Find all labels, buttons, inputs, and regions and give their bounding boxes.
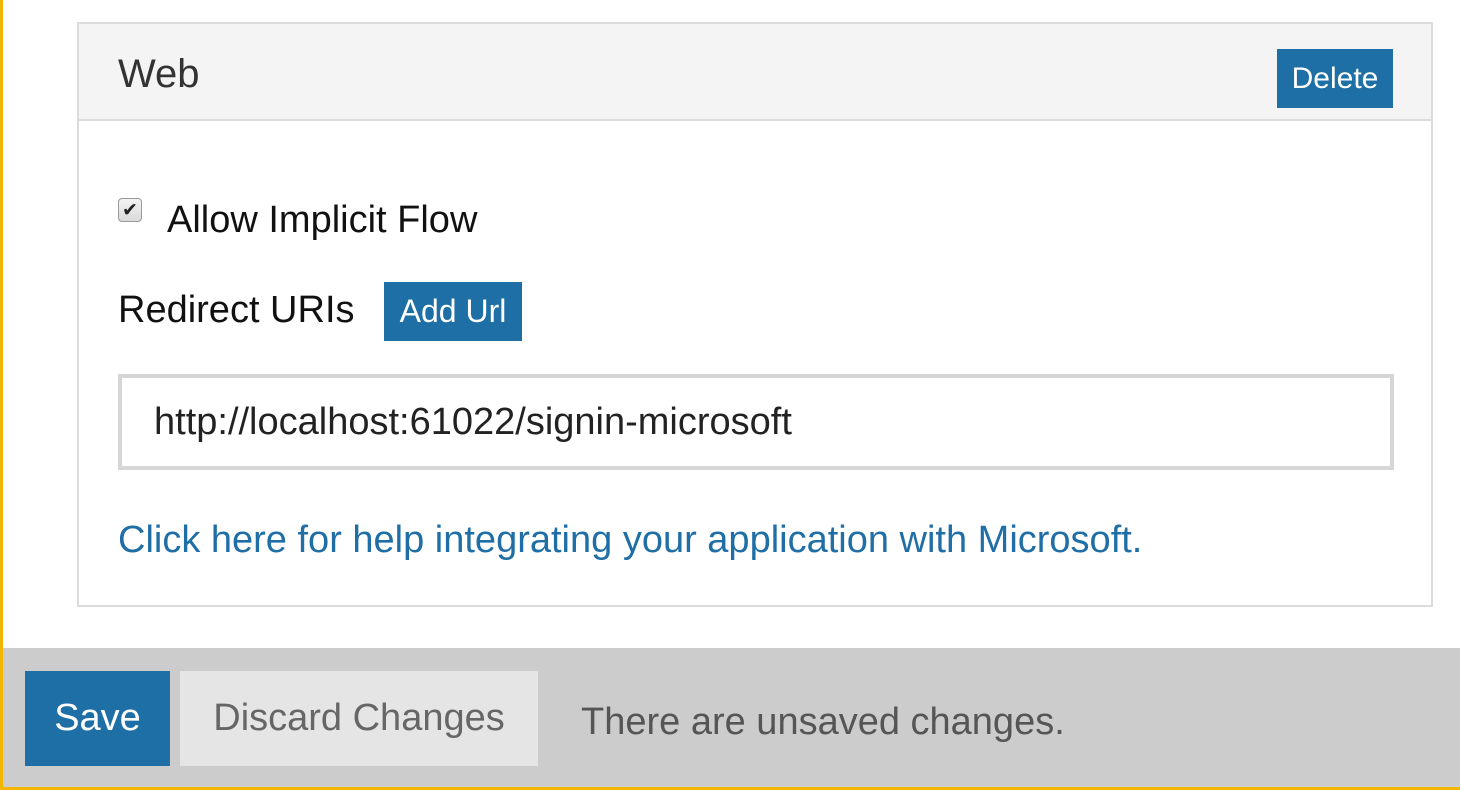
allow-implicit-flow-label: Allow Implicit Flow: [167, 199, 478, 241]
save-button[interactable]: Save: [25, 671, 170, 766]
panel-header: Web Delete: [79, 24, 1431, 121]
check-icon: ✔: [122, 199, 138, 221]
redirect-uris-label: Redirect URIs: [118, 289, 355, 331]
unsaved-changes-status: There are unsaved changes.: [581, 701, 1065, 743]
panel-title: Web: [118, 52, 200, 96]
delete-button[interactable]: Delete: [1277, 49, 1393, 108]
allow-implicit-flow-checkbox[interactable]: ✔: [118, 198, 142, 222]
web-platform-panel: Web Delete ✔ Allow Implicit Flow Redirec…: [77, 22, 1433, 607]
help-link[interactable]: Click here for help integrating your app…: [118, 516, 1142, 564]
discard-changes-button[interactable]: Discard Changes: [180, 671, 538, 766]
save-bar: Save Discard Changes There are unsaved c…: [3, 648, 1460, 787]
add-url-button[interactable]: Add Url: [384, 282, 522, 341]
redirect-uri-input[interactable]: [118, 374, 1394, 470]
